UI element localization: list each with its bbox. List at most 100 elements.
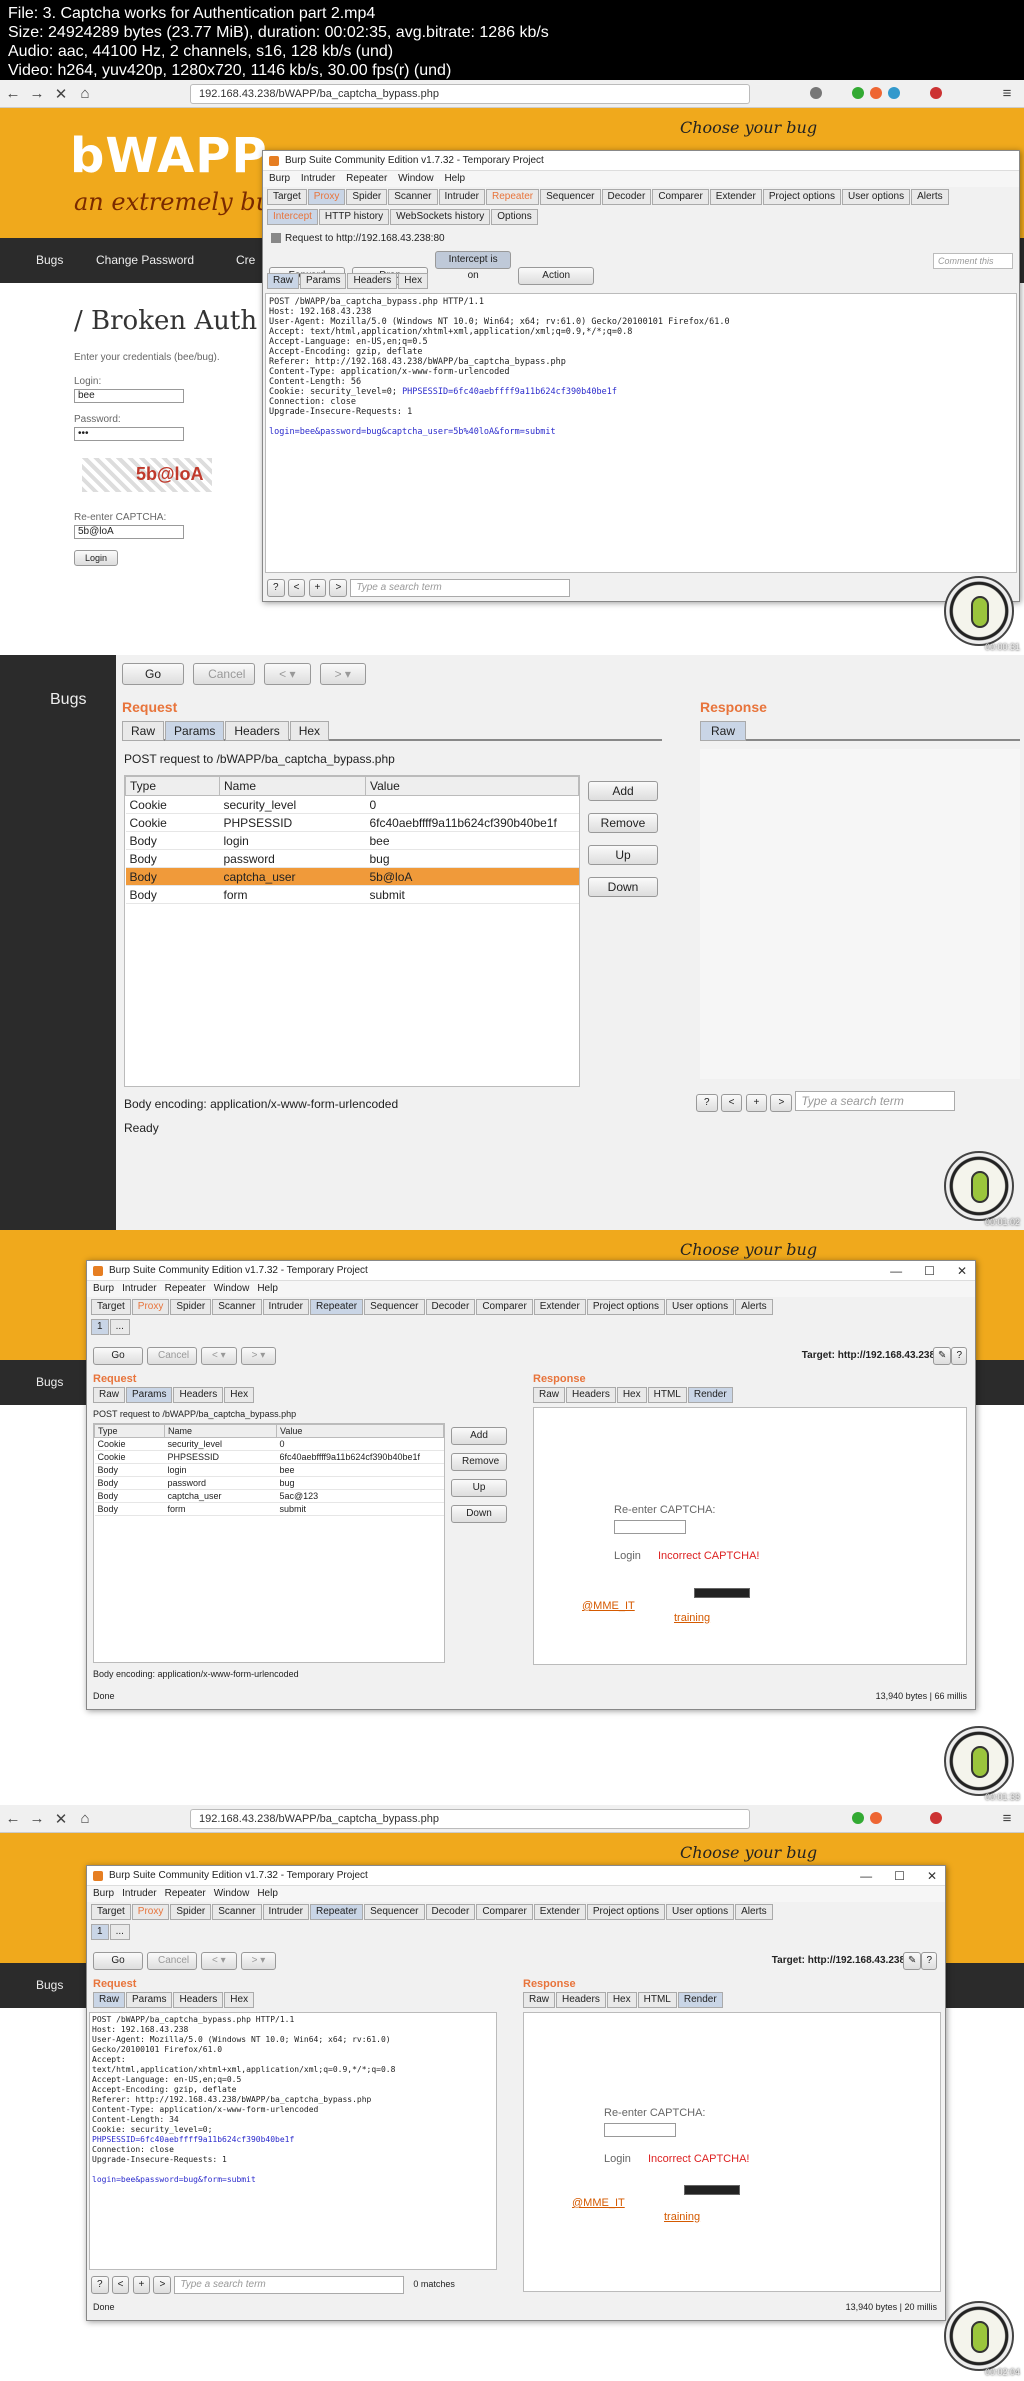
tab-response-headers[interactable]: Headers xyxy=(556,1992,606,2008)
menu-help[interactable]: Help xyxy=(444,173,465,184)
tab-websockets-history[interactable]: WebSockets history xyxy=(390,209,491,225)
tab-scanner[interactable]: Scanner xyxy=(388,189,438,205)
tab-intruder[interactable]: Intruder xyxy=(262,1299,309,1315)
maximize-icon[interactable]: ☐ xyxy=(924,1264,935,1278)
remove-param-button[interactable]: Remove xyxy=(588,813,658,833)
extension-icon[interactable] xyxy=(870,1812,882,1824)
table-row[interactable]: Body form submit xyxy=(94,1502,444,1516)
cancel-button[interactable]: Cancel xyxy=(147,1952,197,1970)
reenter-captcha-input[interactable]: 5b@loA xyxy=(74,525,184,539)
menu-repeater[interactable]: Repeater xyxy=(165,1888,206,1899)
prev-match-button[interactable]: < xyxy=(287,579,306,597)
training-link[interactable]: training xyxy=(664,2211,700,2223)
tab-proxy[interactable]: Proxy xyxy=(131,1904,170,1920)
move-up-button[interactable]: Up xyxy=(588,845,658,865)
menu-window[interactable]: Window xyxy=(214,1283,250,1294)
tab-params[interactable]: Params xyxy=(300,273,347,289)
mme-it-link[interactable]: @MME_IT xyxy=(572,2197,625,2209)
tab-intruder[interactable]: Intruder xyxy=(262,1904,309,1920)
menu-window[interactable]: Window xyxy=(214,1888,250,1899)
tab-scanner[interactable]: Scanner xyxy=(212,1299,262,1315)
tab-hex[interactable]: Hex xyxy=(398,273,429,289)
move-down-button[interactable]: Down xyxy=(588,877,658,897)
training-link[interactable]: training xyxy=(674,1612,710,1624)
tab-headers[interactable]: Headers xyxy=(173,1387,224,1403)
tab-response-html[interactable]: HTML xyxy=(637,1992,677,2008)
menu-repeater[interactable]: Repeater xyxy=(346,173,387,184)
tab-repeater[interactable]: Repeater xyxy=(485,189,540,205)
menu-icon[interactable]: ≡ xyxy=(998,1810,1016,1827)
menu-burp[interactable]: Burp xyxy=(93,1283,114,1294)
tab-raw[interactable]: Raw xyxy=(267,273,300,289)
back-arrow-icon[interactable]: ← xyxy=(4,1810,22,1827)
nav-bugs[interactable]: Bugs xyxy=(36,253,63,267)
home-icon[interactable]: ⌂ xyxy=(76,1810,94,1827)
maximize-icon[interactable]: ☐ xyxy=(894,1869,905,1883)
menu-repeater[interactable]: Repeater xyxy=(165,1283,206,1294)
help-button[interactable]: ? xyxy=(267,579,285,597)
help-button[interactable]: ? xyxy=(696,1094,718,1112)
menu-burp[interactable]: Burp xyxy=(269,173,290,184)
stop-icon[interactable]: ✕ xyxy=(52,1810,70,1828)
tab-http-history[interactable]: HTTP history xyxy=(318,209,390,225)
move-up-button[interactable]: Up xyxy=(451,1479,507,1497)
table-row[interactable]: Body captcha_user 5ac@123 xyxy=(94,1489,444,1503)
tab-response-raw[interactable]: Raw xyxy=(533,1387,566,1403)
tab-project-options[interactable]: Project options xyxy=(762,189,841,205)
tab-decoder[interactable]: Decoder xyxy=(425,1904,476,1920)
tab-spider[interactable]: Spider xyxy=(170,1904,212,1920)
table-row[interactable]: Body form submit xyxy=(125,885,579,904)
extension-icon[interactable] xyxy=(930,1812,942,1824)
history-back-button[interactable]: < ▾ xyxy=(201,1952,237,1970)
tab-spider[interactable]: Spider xyxy=(346,189,388,205)
tab-response-headers[interactable]: Headers xyxy=(566,1387,616,1403)
go-button[interactable]: Go xyxy=(93,1952,143,1970)
help-button[interactable]: ? xyxy=(951,1347,967,1365)
tab-target[interactable]: Target xyxy=(91,1904,131,1920)
menu-intruder[interactable]: Intruder xyxy=(122,1888,156,1899)
tab-scanner[interactable]: Scanner xyxy=(212,1904,262,1920)
tab-user-options[interactable]: User options xyxy=(665,1904,735,1920)
menu-intruder[interactable]: Intruder xyxy=(301,173,335,184)
extension-icon[interactable] xyxy=(870,87,882,99)
add-button[interactable]: + xyxy=(132,2276,151,2294)
extension-icon[interactable] xyxy=(930,87,942,99)
table-row[interactable]: Cookie PHPSESSID 6fc40aebffff9a11b624cf390… xyxy=(94,1450,444,1464)
menu-window[interactable]: Window xyxy=(398,173,434,184)
tab-hex[interactable]: Hex xyxy=(224,1387,255,1403)
history-back-button[interactable]: < ▾ xyxy=(201,1347,237,1365)
repeater-tab-new[interactable]: ... xyxy=(109,1319,130,1335)
nav-create-user[interactable]: Cre xyxy=(236,253,255,267)
tab-intruder[interactable]: Intruder xyxy=(438,189,485,205)
table-row[interactable]: Cookie PHPSESSID 6fc40aebffff9a11b624cf390… xyxy=(125,813,579,832)
add-param-button[interactable]: Add xyxy=(588,781,658,801)
tab-proxy[interactable]: Proxy xyxy=(131,1299,170,1315)
tab-headers[interactable]: Headers xyxy=(225,721,289,741)
go-button[interactable]: Go xyxy=(93,1347,143,1365)
stop-icon[interactable]: ✕ xyxy=(52,85,70,103)
nav-change-password[interactable]: Change Password xyxy=(96,253,194,267)
tab-response-hex[interactable]: Hex xyxy=(616,1387,647,1403)
table-row-selected[interactable]: Body captcha_user 5b@loA xyxy=(125,867,579,886)
prev-match-button[interactable]: < xyxy=(720,1094,743,1112)
go-button[interactable]: Go xyxy=(122,663,184,685)
search-input[interactable]: Type a search term xyxy=(350,579,571,597)
tab-comparer[interactable]: Comparer xyxy=(476,1299,533,1315)
reenter-captcha-input[interactable] xyxy=(604,2123,676,2137)
repeater-tab-new[interactable]: ... xyxy=(109,1924,130,1940)
tab-intercept[interactable]: Intercept xyxy=(267,209,318,225)
home-icon[interactable]: ⌂ xyxy=(76,85,94,102)
cancel-button[interactable]: Cancel xyxy=(147,1347,197,1365)
reenter-captcha-input[interactable] xyxy=(614,1520,686,1534)
tab-raw[interactable]: Raw xyxy=(93,1387,126,1403)
tab-headers[interactable]: Headers xyxy=(173,1992,224,2008)
minimize-icon[interactable]: — xyxy=(860,1869,872,1883)
close-icon[interactable]: ✕ xyxy=(927,1869,937,1883)
password-input[interactable]: ••• xyxy=(74,427,184,441)
tab-response-raw[interactable]: Raw xyxy=(700,721,747,741)
tab-user-options[interactable]: User options xyxy=(665,1299,735,1315)
tab-options[interactable]: Options xyxy=(491,209,538,225)
tab-project-options[interactable]: Project options xyxy=(586,1904,665,1920)
tab-extender[interactable]: Extender xyxy=(533,1299,586,1315)
extension-icon[interactable] xyxy=(852,1812,864,1824)
